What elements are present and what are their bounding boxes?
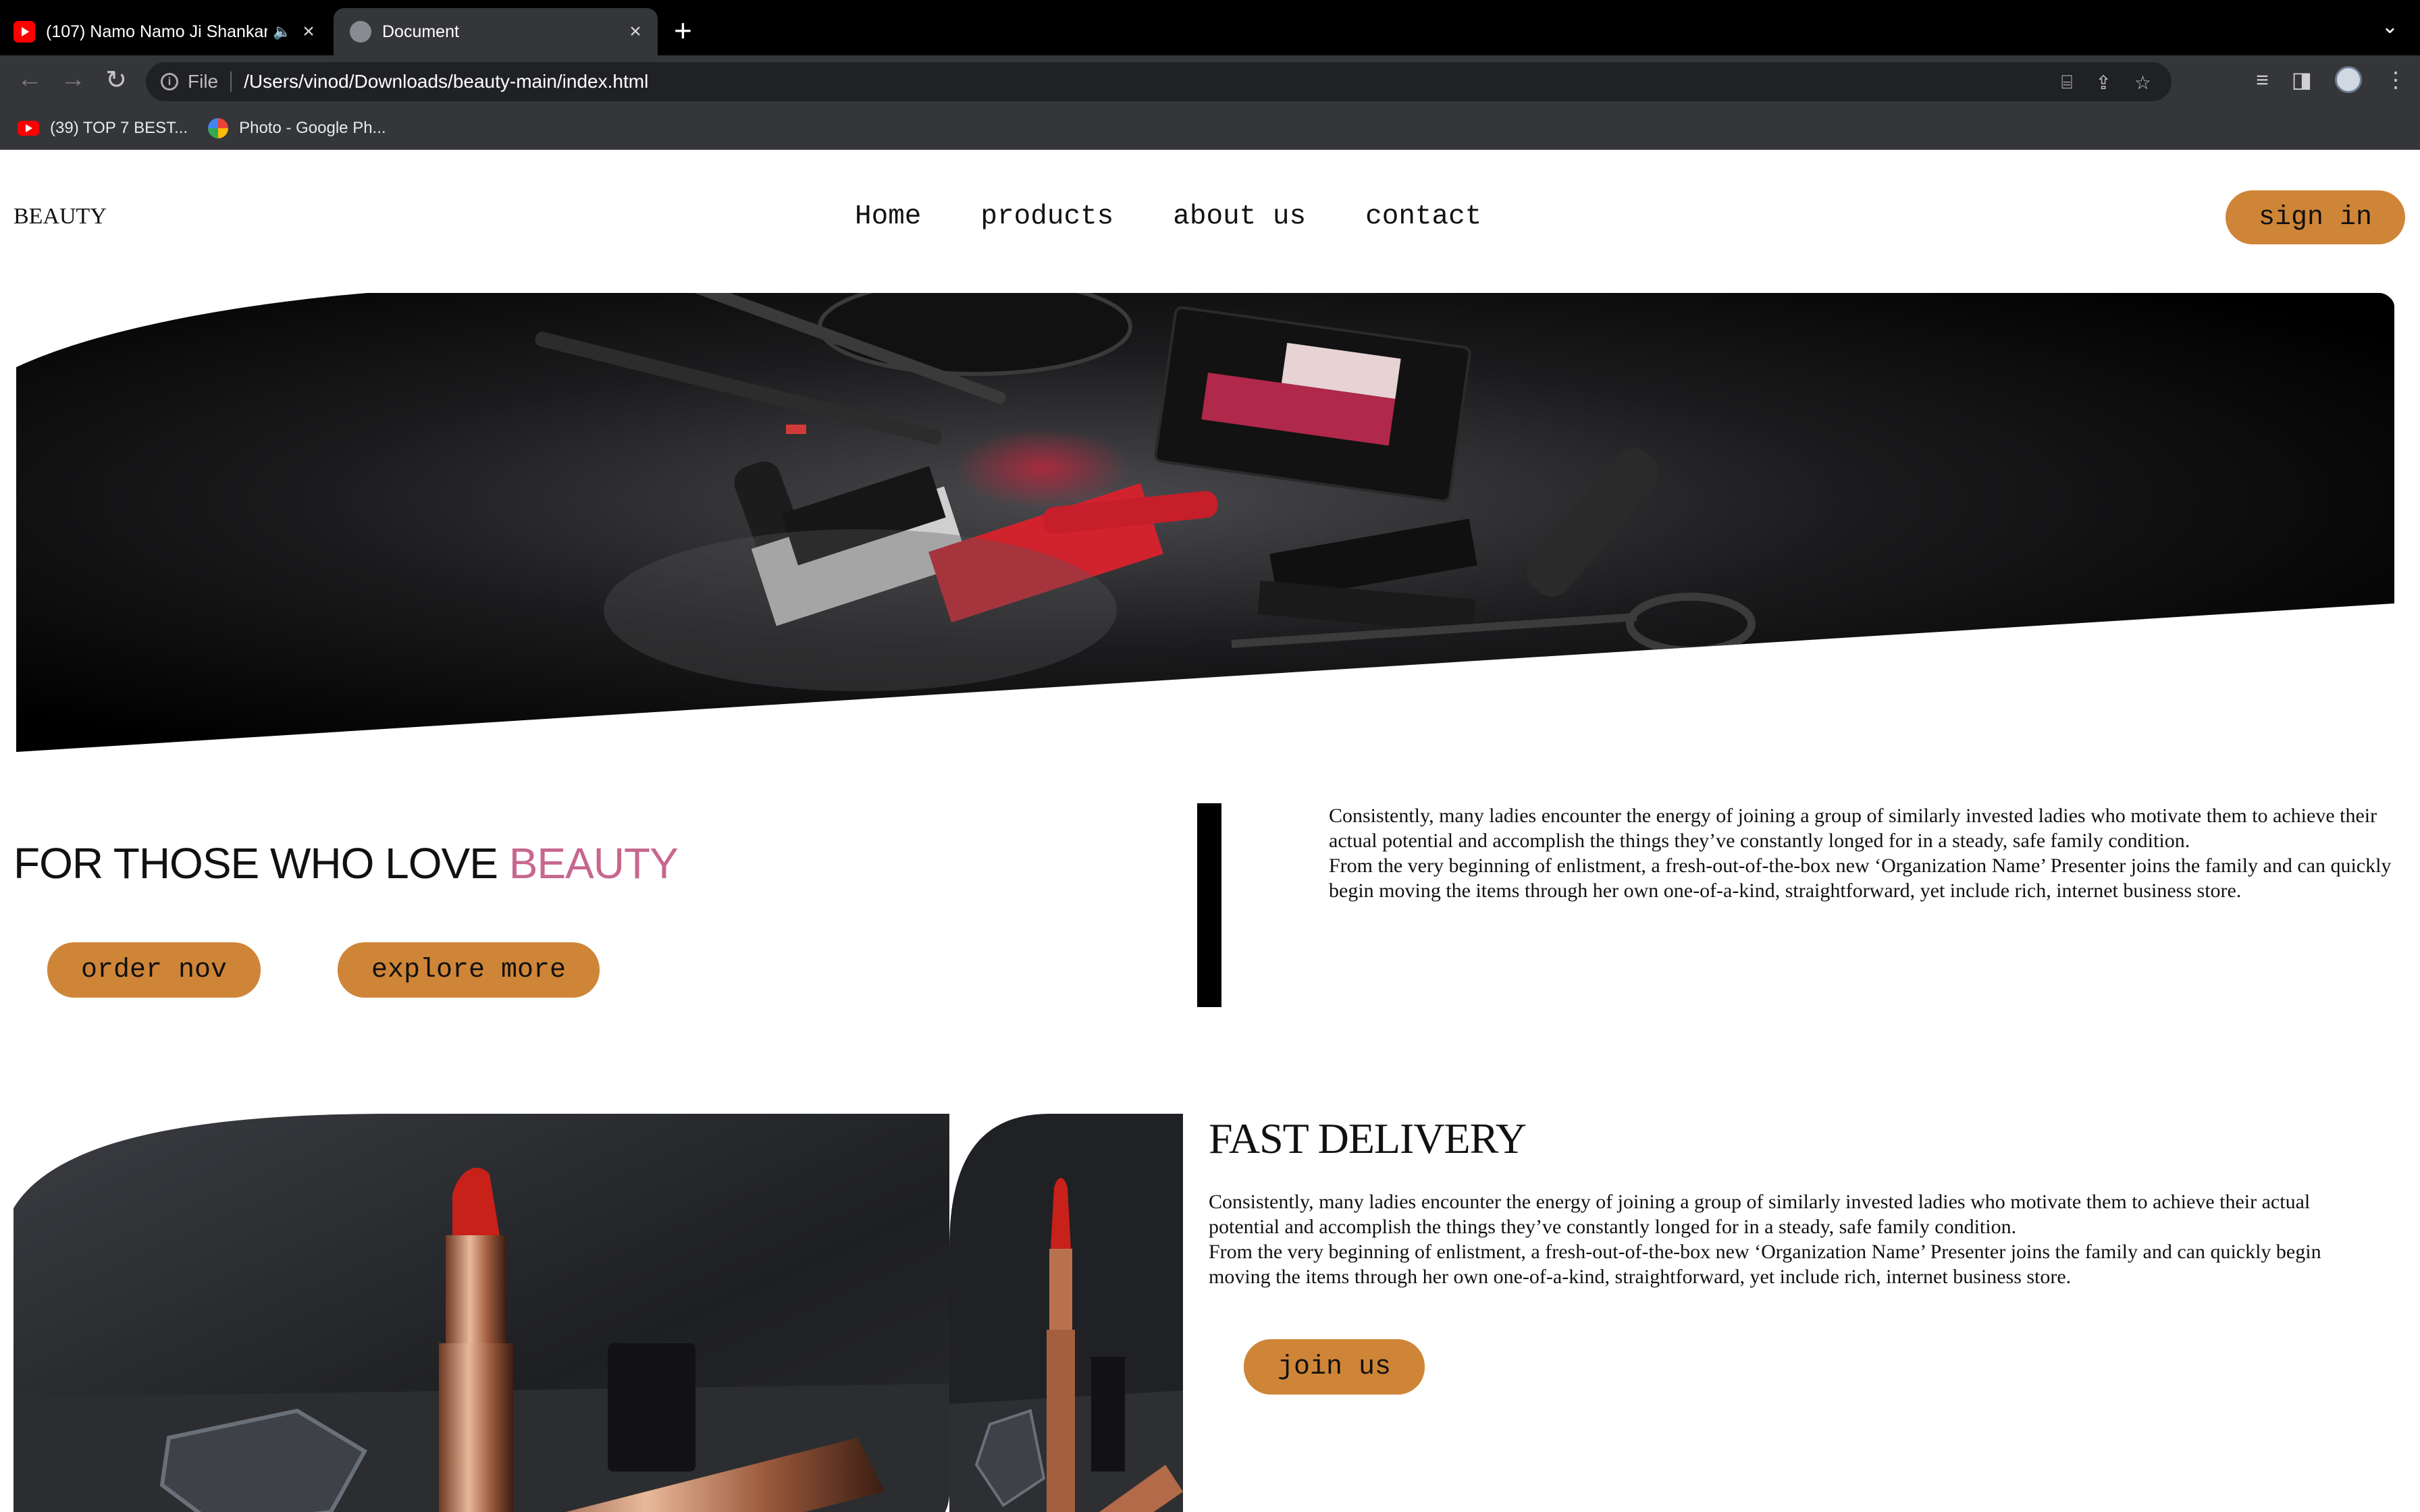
delivery-paragraph: Consistently, many ladies encounter the …	[1209, 1189, 2370, 1289]
tagline-accent: BEAUTY	[508, 839, 679, 888]
sign-in-button[interactable]: sign in	[2226, 190, 2405, 244]
side-panel-icon[interactable]: ◨	[2292, 67, 2312, 92]
youtube-icon	[14, 21, 35, 43]
tagline-heading: FOR THOSE WHO LOVE BEAUTY	[14, 838, 679, 888]
address-bar[interactable]: i File /Users/vinod/Downloads/beauty-mai…	[146, 62, 2172, 101]
intro-paragraph: Consistently, many ladies encounter the …	[1329, 803, 2409, 903]
bookmark-label: (39) TOP 7 BEST...	[50, 118, 188, 137]
vertical-divider	[1197, 803, 1221, 1007]
delivery-paragraph-line-2: From the very beginning of enlistment, a…	[1209, 1241, 2321, 1288]
close-tab-icon[interactable]: ×	[298, 20, 319, 43]
google-photos-icon	[208, 117, 229, 138]
tab-youtube[interactable]: (107) Namo Namo Ji Shankara 🔈 ×	[14, 8, 331, 55]
divider	[230, 72, 232, 92]
forward-arrow-icon[interactable]: →	[57, 65, 89, 94]
tab-title: (107) Namo Namo Ji Shankara	[46, 22, 267, 41]
url-text[interactable]: /Users/vinod/Downloads/beauty-main/index…	[244, 71, 648, 92]
web-page: BEAUTY Home products about us contact si…	[0, 150, 2420, 1512]
close-tab-icon[interactable]: ×	[625, 20, 646, 43]
hero-image	[16, 293, 2394, 752]
bookmark-item[interactable]: Photo - Google Ph...	[208, 117, 386, 138]
profile-avatar[interactable]	[2335, 66, 2362, 93]
media-control-icon[interactable]: ≡	[2256, 68, 2269, 92]
delivery-paragraph-line-1: Consistently, many ladies encounter the …	[1209, 1191, 2311, 1238]
nav-products[interactable]: products	[980, 201, 1113, 232]
nav-about-us[interactable]: about us	[1173, 201, 1306, 232]
tagline-text: FOR THOSE WHO LOVE	[14, 839, 509, 888]
lipstick-image-narrow	[949, 1114, 1183, 1512]
main-nav: Home products about us contact	[855, 201, 1481, 232]
share-icon[interactable]: ⇪	[2095, 72, 2111, 94]
reload-icon[interactable]: ↻	[100, 65, 132, 95]
translate-icon[interactable]: ⌸	[2061, 72, 2073, 94]
chevron-down-icon[interactable]: ⌄	[2382, 15, 2398, 38]
url-scheme-label: File	[188, 71, 219, 92]
bookmark-item[interactable]: (39) TOP 7 BEST...	[18, 119, 188, 138]
kebab-menu-icon[interactable]: ⋮	[2385, 67, 2406, 92]
intro-paragraph-line-1: Consistently, many ladies encounter the …	[1329, 805, 2377, 852]
tab-title: Document	[382, 22, 459, 41]
browser-tab-strip: (107) Namo Namo Ji Shankara 🔈 × Document…	[0, 0, 2420, 55]
bookmarks-bar: (39) TOP 7 BEST... Photo - Google Ph...	[0, 107, 2420, 150]
join-us-button[interactable]: join us	[1244, 1339, 1425, 1395]
new-tab-button[interactable]: +	[674, 12, 692, 49]
back-arrow-icon[interactable]: ←	[14, 65, 46, 94]
tab-document[interactable]: Document ×	[334, 8, 658, 55]
lipstick-image	[14, 1114, 949, 1512]
speaker-icon[interactable]: 🔈	[273, 23, 293, 40]
order-now-button[interactable]: order nov	[47, 942, 261, 998]
site-logo[interactable]: BEAUTY	[14, 204, 107, 230]
youtube-icon	[18, 120, 39, 136]
intro-paragraph-line-2: From the very beginning of enlistment, a…	[1329, 855, 2392, 902]
browser-toolbar: ← → ↻ i File /Users/vinod/Downloads/beau…	[0, 55, 2420, 107]
nav-contact[interactable]: contact	[1365, 201, 1481, 232]
info-icon[interactable]: i	[161, 73, 178, 90]
nav-home[interactable]: Home	[855, 201, 921, 232]
fast-delivery-heading: FAST DELIVERY	[1209, 1114, 1527, 1162]
explore-more-button[interactable]: explore more	[338, 942, 600, 998]
bookmark-label: Photo - Google Ph...	[239, 118, 386, 137]
bookmark-star-icon[interactable]: ☆	[2134, 72, 2151, 94]
globe-icon	[350, 21, 371, 43]
